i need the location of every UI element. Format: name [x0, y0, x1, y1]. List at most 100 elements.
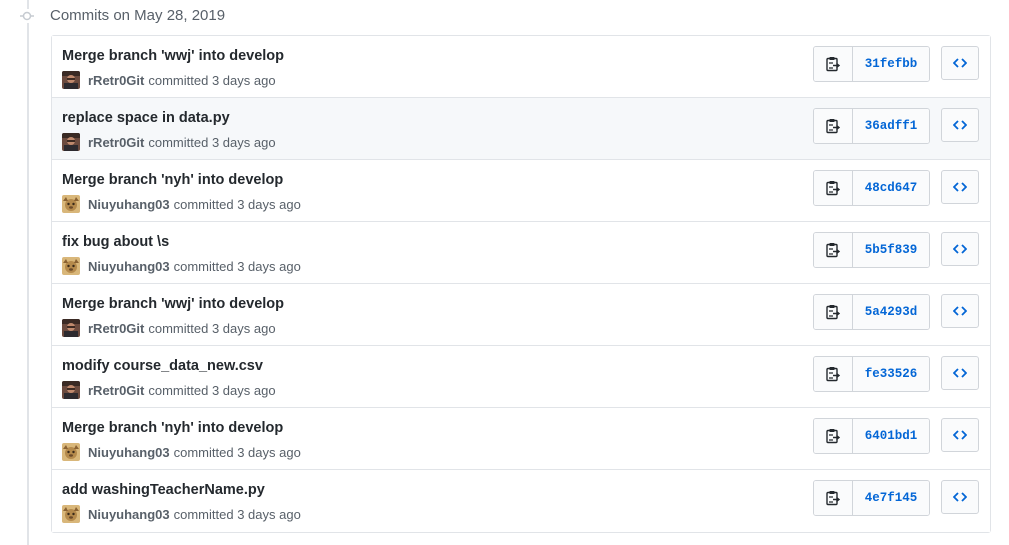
commit-row: Merge branch 'nyh' into develop Niuyuhan… — [52, 408, 990, 470]
commit-author-link[interactable]: rRetr0Git — [88, 383, 144, 398]
commit-row: Merge branch 'nyh' into develop Niuyuhan… — [52, 160, 990, 222]
commit-sha-link[interactable]: 5a4293d — [853, 295, 929, 329]
avatar[interactable] — [62, 505, 80, 523]
commit-action: committed — [148, 320, 209, 336]
copy-sha-button[interactable] — [814, 357, 853, 391]
clipboard-icon — [826, 491, 840, 506]
commit-title-link[interactable]: add washingTeacherName.py — [62, 481, 265, 499]
code-icon — [953, 430, 967, 440]
commit-author-link[interactable]: rRetr0Git — [88, 321, 144, 336]
commit-time: 3 days ago — [211, 72, 276, 88]
code-icon — [953, 368, 967, 378]
commit-title-link[interactable]: Merge branch 'nyh' into develop — [62, 171, 283, 189]
copy-sha-button[interactable] — [814, 47, 853, 81]
commit-time: 3 days ago — [237, 444, 301, 460]
commit-time: 3 days ago — [211, 382, 276, 398]
commit-author-link[interactable]: Niuyuhang03 — [88, 507, 170, 522]
browse-repo-button[interactable] — [941, 170, 979, 204]
avatar[interactable] — [62, 195, 80, 213]
sha-button-group: 4e7f145 — [813, 480, 930, 516]
commit-node-icon — [20, 9, 34, 23]
sha-button-group: 5a4293d — [813, 294, 930, 330]
commit-meta: Niuyuhang03 committed 3 days ago — [62, 256, 301, 276]
commit-meta: Niuyuhang03 committed 3 days ago — [62, 442, 301, 462]
sha-button-group: 5b5f839 — [813, 232, 930, 268]
commit-row: fix bug about \s Niuyuhang03 committed 3… — [52, 222, 990, 284]
commit-action: committed — [173, 258, 234, 274]
commit-sha-link[interactable]: 36adff1 — [853, 109, 929, 143]
browse-repo-button[interactable] — [941, 108, 979, 142]
clipboard-icon — [826, 305, 840, 320]
commit-meta: Niuyuhang03 committed 3 days ago — [62, 504, 301, 524]
code-icon — [953, 492, 967, 502]
commit-row: Merge branch 'wwj' into develop rRetr0Gi… — [52, 284, 990, 346]
commit-author-link[interactable]: Niuyuhang03 — [88, 197, 170, 212]
browse-repo-button[interactable] — [941, 294, 979, 328]
copy-sha-button[interactable] — [814, 419, 853, 453]
commit-title-link[interactable]: modify course_data_new.csv — [62, 357, 263, 375]
avatar[interactable] — [62, 443, 80, 461]
browse-repo-button[interactable] — [941, 480, 979, 514]
clipboard-icon — [826, 243, 840, 258]
commit-action: committed — [173, 444, 234, 460]
commit-title-link[interactable]: Merge branch 'nyh' into develop — [62, 419, 283, 437]
commit-sha-link[interactable]: 31fefbb — [853, 47, 929, 81]
commit-sha-link[interactable]: 6401bd1 — [853, 419, 929, 453]
browse-repo-button[interactable] — [941, 232, 979, 266]
commit-action: committed — [148, 134, 209, 150]
copy-sha-button[interactable] — [814, 233, 853, 267]
avatar[interactable] — [62, 319, 80, 337]
commit-meta: rRetr0Git committed 3 days ago — [62, 70, 276, 90]
commit-row: add washingTeacherName.py Niuyuhang03 co… — [52, 470, 990, 532]
commit-time: 3 days ago — [211, 320, 276, 336]
timeline-line — [27, 0, 29, 545]
commit-row: replace space in data.py rRetr0Git commi… — [52, 98, 990, 160]
copy-sha-button[interactable] — [814, 109, 853, 143]
commit-meta: rRetr0Git committed 3 days ago — [62, 132, 276, 152]
commit-title-link[interactable]: replace space in data.py — [62, 109, 230, 127]
avatar[interactable] — [62, 133, 80, 151]
avatar[interactable] — [62, 257, 80, 275]
commit-time: 3 days ago — [211, 134, 276, 150]
commit-title-link[interactable]: fix bug about \s — [62, 233, 169, 251]
sha-button-group: 6401bd1 — [813, 418, 930, 454]
code-icon — [953, 182, 967, 192]
commit-title-link[interactable]: Merge branch 'wwj' into develop — [62, 295, 284, 313]
clipboard-icon — [826, 181, 840, 196]
browse-repo-button[interactable] — [941, 46, 979, 80]
sha-button-group: 31fefbb — [813, 46, 930, 82]
avatar[interactable] — [62, 71, 80, 89]
sha-button-group: 48cd647 — [813, 170, 930, 206]
clipboard-icon — [826, 429, 840, 444]
copy-sha-button[interactable] — [814, 295, 853, 329]
commit-author-link[interactable]: Niuyuhang03 — [88, 445, 170, 460]
commit-sha-link[interactable]: 48cd647 — [853, 171, 929, 205]
commit-meta: rRetr0Git committed 3 days ago — [62, 318, 276, 338]
commit-title-link[interactable]: Merge branch 'wwj' into develop — [62, 47, 284, 65]
commit-row: modify course_data_new.csv rRetr0Git com… — [52, 346, 990, 408]
code-icon — [953, 244, 967, 254]
avatar[interactable] — [62, 381, 80, 399]
browse-repo-button[interactable] — [941, 356, 979, 390]
clipboard-icon — [826, 367, 840, 382]
copy-sha-button[interactable] — [814, 171, 853, 205]
commit-meta: Niuyuhang03 committed 3 days ago — [62, 194, 301, 214]
browse-repo-button[interactable] — [941, 418, 979, 452]
code-icon — [953, 120, 967, 130]
code-icon — [953, 306, 967, 316]
commit-author-link[interactable]: rRetr0Git — [88, 73, 144, 88]
commit-sha-link[interactable]: 5b5f839 — [853, 233, 929, 267]
commit-author-link[interactable]: rRetr0Git — [88, 135, 144, 150]
code-icon — [953, 58, 967, 68]
commit-action: committed — [173, 506, 234, 522]
commit-sha-link[interactable]: 4e7f145 — [853, 481, 929, 515]
commit-date-heading: Commits on May 28, 2019 — [50, 7, 226, 24]
commit-action: committed — [173, 196, 234, 212]
commit-time: 3 days ago — [237, 258, 301, 274]
commit-sha-link[interactable]: fe33526 — [853, 357, 929, 391]
commit-meta: rRetr0Git committed 3 days ago — [62, 380, 276, 400]
commit-author-link[interactable]: Niuyuhang03 — [88, 259, 170, 274]
commit-action: committed — [148, 382, 209, 398]
copy-sha-button[interactable] — [814, 481, 853, 515]
commit-row: Merge branch 'wwj' into develop rRetr0Gi… — [52, 36, 990, 98]
